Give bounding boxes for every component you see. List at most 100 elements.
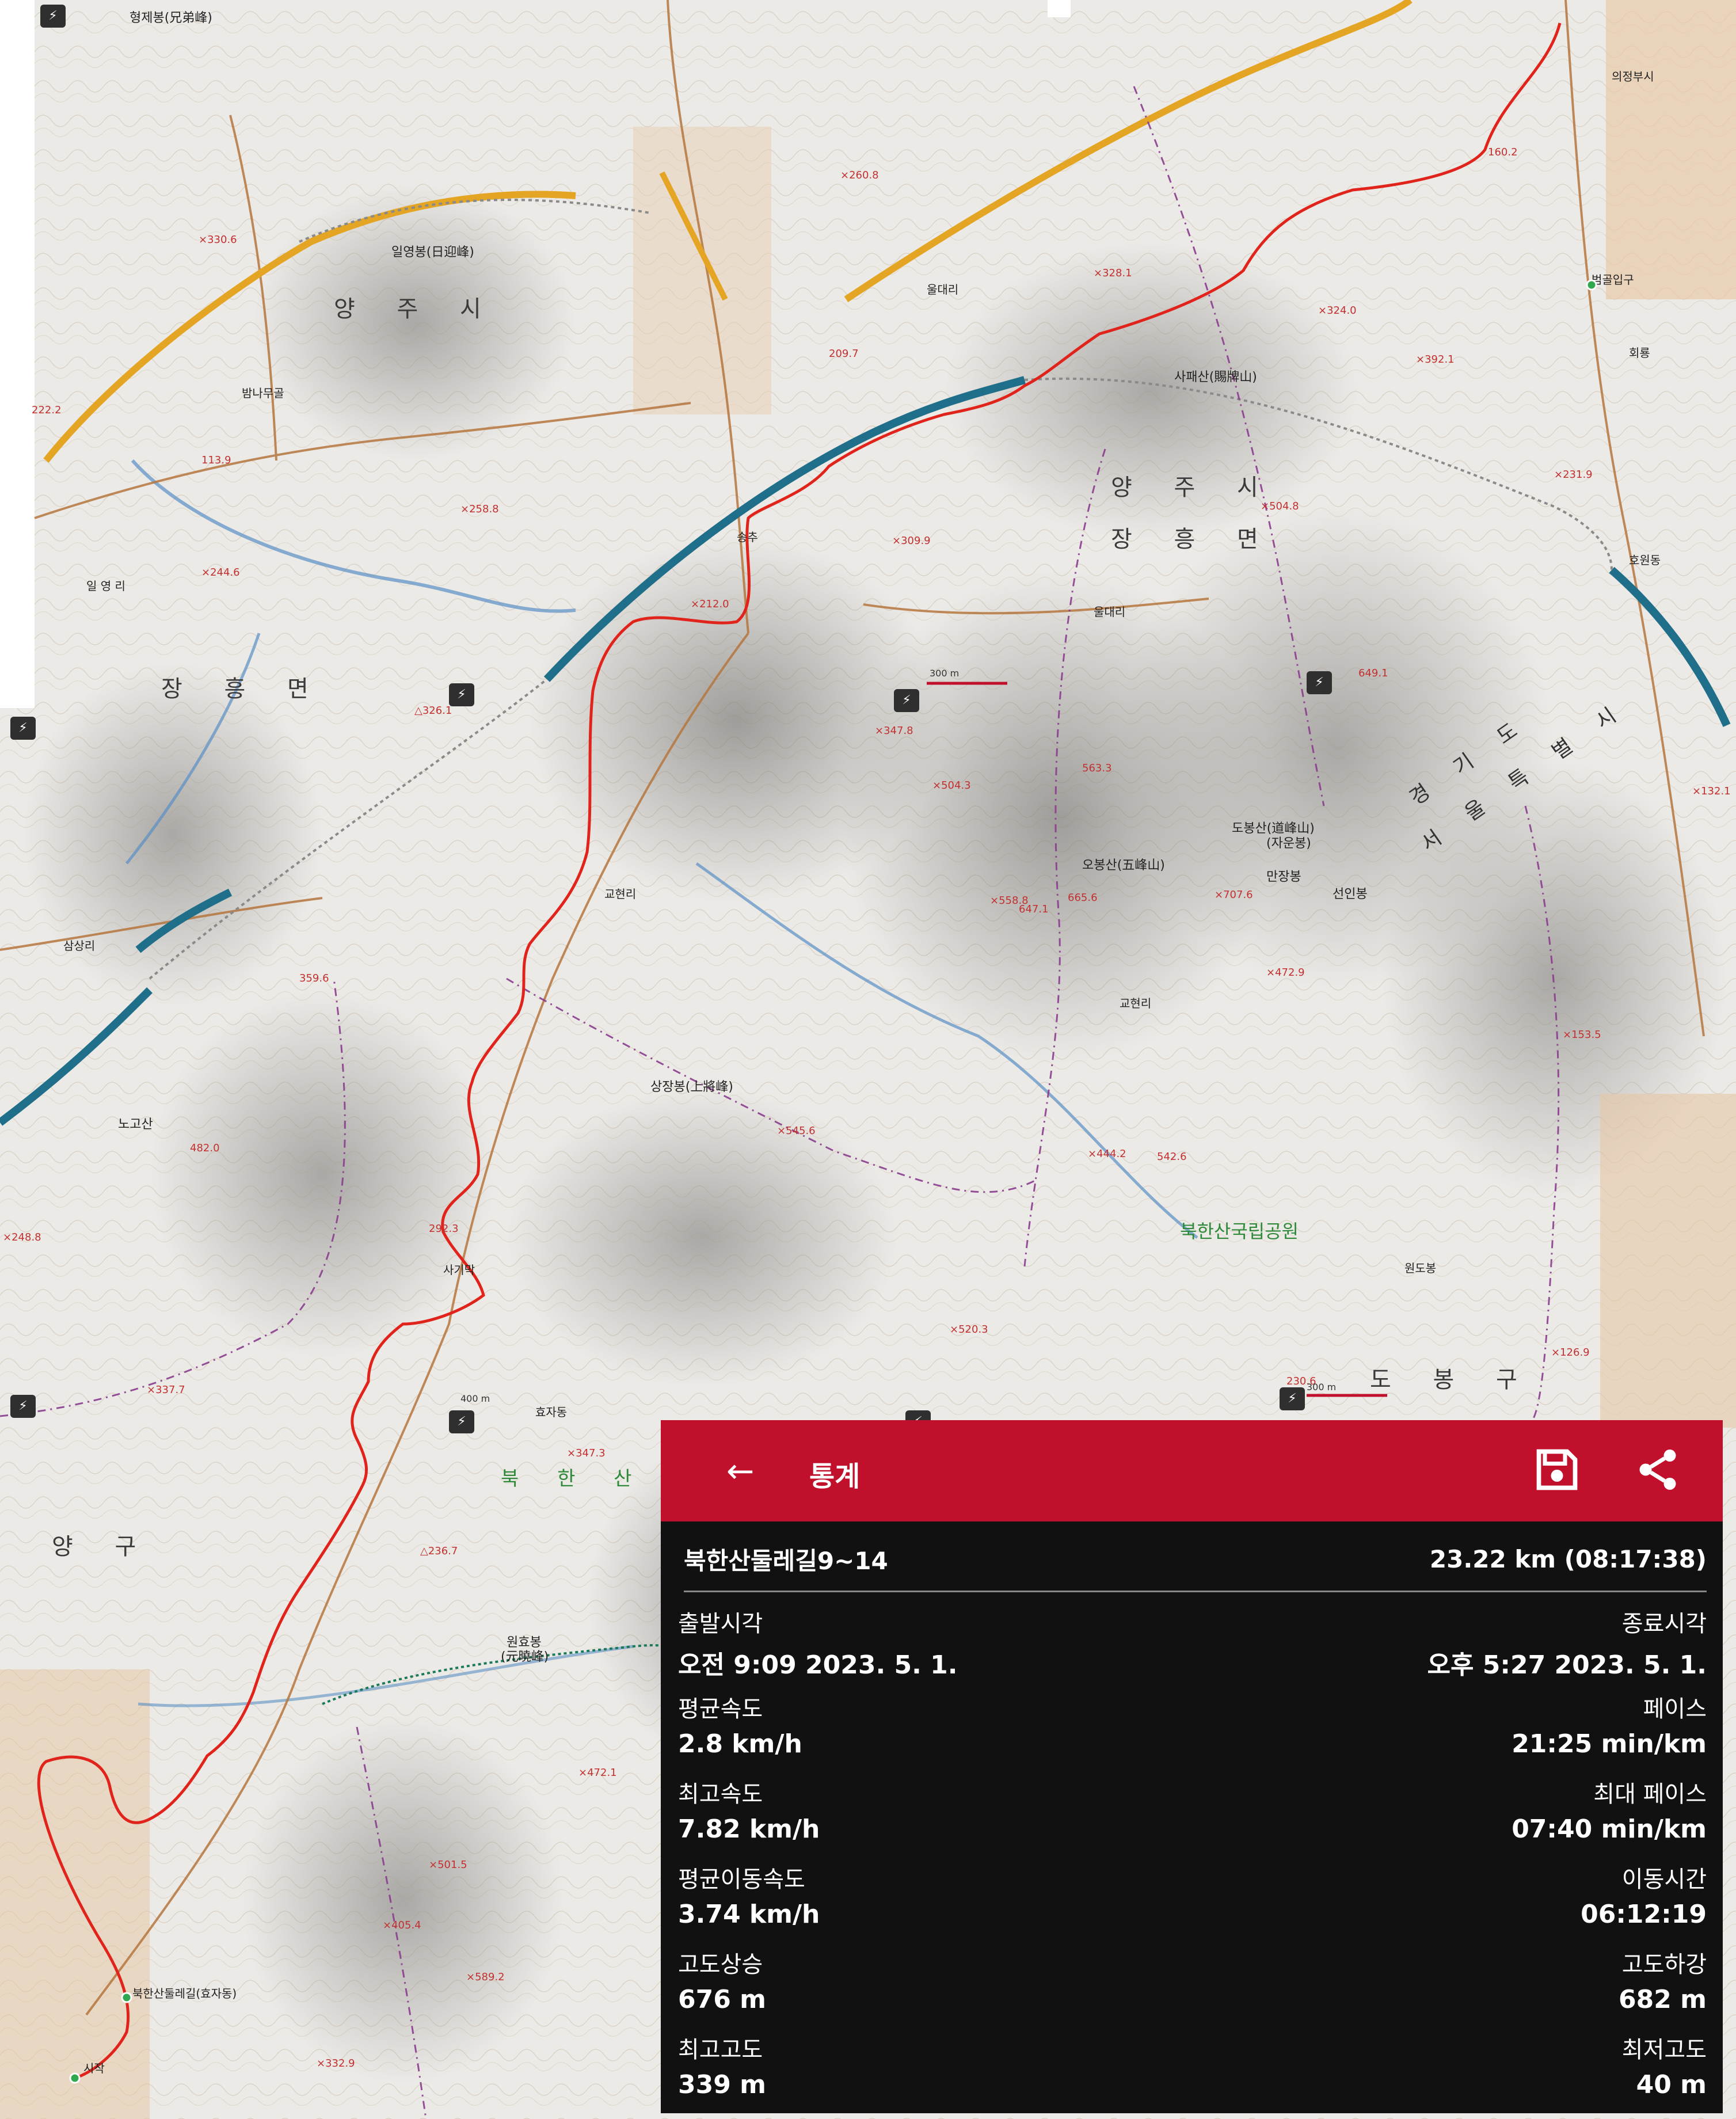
map-tile-download-icon[interactable] <box>894 689 919 712</box>
svg-text:시작: 시작 <box>83 2061 105 2075</box>
svg-text:563.3: 563.3 <box>1082 762 1112 774</box>
svg-text:×258.8: ×258.8 <box>460 503 499 515</box>
svg-text:×248.8: ×248.8 <box>3 1231 41 1243</box>
svg-text:장 흥 면: 장 흥 면 <box>1111 526 1276 553</box>
svg-text:도 봉 구: 도 봉 구 <box>1370 1367 1535 1393</box>
svg-text:오봉산(五峰山): 오봉산(五峰山) <box>1082 858 1165 873</box>
svg-text:×472.9: ×472.9 <box>1266 967 1305 979</box>
svg-text:×212.0: ×212.0 <box>691 598 729 610</box>
moving-time-label: 이동시간 <box>1621 1866 1707 1893</box>
svg-text:양 주 시: 양 주 시 <box>1111 474 1276 501</box>
route-name: 북한산둘레길9~14 <box>684 1546 888 1575</box>
svg-text:×132.1: ×132.1 <box>1692 785 1731 797</box>
svg-text:사기막: 사기막 <box>443 1263 475 1277</box>
max-speed-label: 최고속도 <box>678 1781 763 1808</box>
svg-text:×324.0: ×324.0 <box>1318 305 1357 317</box>
map-tile-download-icon[interactable] <box>10 717 36 740</box>
svg-text:×260.8: ×260.8 <box>840 169 879 181</box>
svg-text:회룡: 회룡 <box>1629 346 1650 360</box>
pace-label: 페이스 <box>1643 1696 1707 1722</box>
svg-text:482.0: 482.0 <box>190 1142 220 1154</box>
stat-row-altitude: 최고고도 339 m 최저고도 40 m <box>678 2031 1707 2112</box>
share-icon[interactable] <box>1634 1445 1682 1494</box>
svg-text:(元曉峰): (元曉峰) <box>501 1650 549 1664</box>
stat-row-time: 출발시각 오전 9:09 2023. 5. 1. 종료시각 오후 5:27 2023… <box>678 1605 1707 1686</box>
svg-text:×126.9: ×126.9 <box>1551 1346 1590 1359</box>
svg-text:×332.9: ×332.9 <box>317 2057 355 2069</box>
svg-text:×244.6: ×244.6 <box>201 566 240 579</box>
map-tile-download-icon[interactable] <box>40 5 66 28</box>
svg-text:노고산: 노고산 <box>118 1117 153 1132</box>
max-altitude-label: 최고고도 <box>678 2037 763 2063</box>
start-time-label: 출발시각 <box>678 1611 763 1637</box>
stat-row-elevation-change: 고도상승 676 m 고도하강 682 m <box>678 1946 1707 2026</box>
svg-text:범골입구: 범골입구 <box>1592 273 1634 287</box>
back-arrow-icon[interactable]: ← <box>718 1449 762 1493</box>
svg-text:일 영 리: 일 영 리 <box>86 579 125 593</box>
svg-text:사패산(賜牌山): 사패산(賜牌山) <box>1174 370 1257 385</box>
elevation-gain-value: 676 m <box>678 1985 767 2014</box>
park-label: 북한산국립공원 <box>1180 1220 1299 1242</box>
statistics-body: 북한산둘레길9~14 23.22 km (08:17:38) 출발시각오전 9:… <box>661 1521 1723 2113</box>
elevation-loss-label: 고도하강 <box>1621 1951 1707 1978</box>
svg-text:292.3: 292.3 <box>429 1223 459 1235</box>
svg-text:×589.2: ×589.2 <box>466 1971 505 1983</box>
svg-text:×707.6: ×707.6 <box>1215 889 1253 901</box>
save-icon[interactable] <box>1533 1445 1581 1494</box>
svg-text:교현리: 교현리 <box>604 887 636 901</box>
svg-text:×392.1: ×392.1 <box>1416 353 1455 366</box>
svg-text:300 m: 300 m <box>1307 1382 1336 1393</box>
svg-text:×501.5: ×501.5 <box>429 1859 467 1871</box>
route-summary: 북한산둘레길9~14 23.22 km (08:17:38) <box>684 1539 1707 1592</box>
stat-row-moving: 평균이동속도 3.74 km/h 이동시간 06:12:19 <box>678 1861 1707 1941</box>
max-speed-value: 7.82 km/h <box>678 1814 820 1844</box>
svg-text:의정부시: 의정부시 <box>1612 70 1654 83</box>
elevation-gain-label: 고도상승 <box>678 1951 763 1978</box>
svg-text:×472.1: ×472.1 <box>578 1767 617 1779</box>
end-time-value: 오후 5:27 2023. 5. 1. <box>1427 1650 1707 1680</box>
svg-text:형제봉(兄弟峰): 형제봉(兄弟峰) <box>130 11 212 25</box>
max-altitude-value: 339 m <box>678 2070 767 2099</box>
statistics-panel: ← 통계 북한산둘레길9~14 23.22 km (08:17:38) 출발시각… <box>661 1420 1723 2113</box>
start-time-value: 오전 9:09 2023. 5. 1. <box>678 1650 958 1680</box>
svg-text:×309.9: ×309.9 <box>892 535 931 547</box>
svg-text:일영봉(日迎峰): 일영봉(日迎峰) <box>391 245 474 260</box>
svg-text:송추: 송추 <box>737 530 758 544</box>
svg-text:209.7: 209.7 <box>829 348 859 360</box>
svg-text:×231.9: ×231.9 <box>1554 469 1593 481</box>
svg-text:양 구: 양 구 <box>52 1534 153 1560</box>
svg-text:만장봉: 만장봉 <box>1266 870 1301 884</box>
svg-text:도봉산(道峰山): 도봉산(道峰山) <box>1232 821 1315 836</box>
svg-text:×558.8: ×558.8 <box>990 895 1029 907</box>
map-tile-download-icon[interactable] <box>449 683 474 706</box>
map-tile-download-icon[interactable] <box>1307 671 1332 694</box>
avg-speed-value: 2.8 km/h <box>678 1729 802 1759</box>
svg-text:665.6: 665.6 <box>1068 892 1098 904</box>
svg-text:(자운봉): (자운봉) <box>1266 836 1311 851</box>
min-altitude-value: 40 m <box>1636 2070 1707 2099</box>
avg-moving-speed-value: 3.74 km/h <box>678 1900 820 1929</box>
map-tile-download-icon[interactable] <box>1280 1387 1305 1410</box>
svg-text:선인봉: 선인봉 <box>1333 887 1368 901</box>
page-title: 통계 <box>809 1460 861 1493</box>
svg-text:×330.6: ×330.6 <box>199 234 237 246</box>
svg-text:상장봉(上將峰): 상장봉(上將峰) <box>650 1080 733 1094</box>
svg-text:×504.3: ×504.3 <box>932 779 971 792</box>
map-tile-download-icon[interactable] <box>10 1395 36 1418</box>
svg-text:×504.8: ×504.8 <box>1261 500 1299 512</box>
map-tile-download-icon[interactable] <box>449 1410 474 1433</box>
svg-text:울대리: 울대리 <box>927 283 958 296</box>
svg-text:장 흥 면: 장 흥 면 <box>161 676 326 702</box>
route-total: 23.22 km (08:17:38) <box>1429 1544 1707 1573</box>
svg-text:△236.7: △236.7 <box>420 1545 458 1557</box>
svg-text:×337.7: ×337.7 <box>147 1384 185 1396</box>
pace-value: 21:25 min/km <box>1512 1729 1707 1759</box>
svg-text:원도봉: 원도봉 <box>1404 1261 1436 1275</box>
svg-text:400 m: 400 m <box>460 1393 490 1404</box>
svg-text:원효봉: 원효봉 <box>507 1635 542 1650</box>
stat-row-speed: 평균속도 2.8 km/h 페이스 21:25 min/km <box>678 1690 1707 1771</box>
svg-text:300 m: 300 m <box>930 668 959 679</box>
svg-text:호원동: 호원동 <box>1629 553 1661 567</box>
svg-text:×405.4: ×405.4 <box>383 1919 421 1931</box>
svg-text:밤나무골: 밤나무골 <box>242 386 284 400</box>
